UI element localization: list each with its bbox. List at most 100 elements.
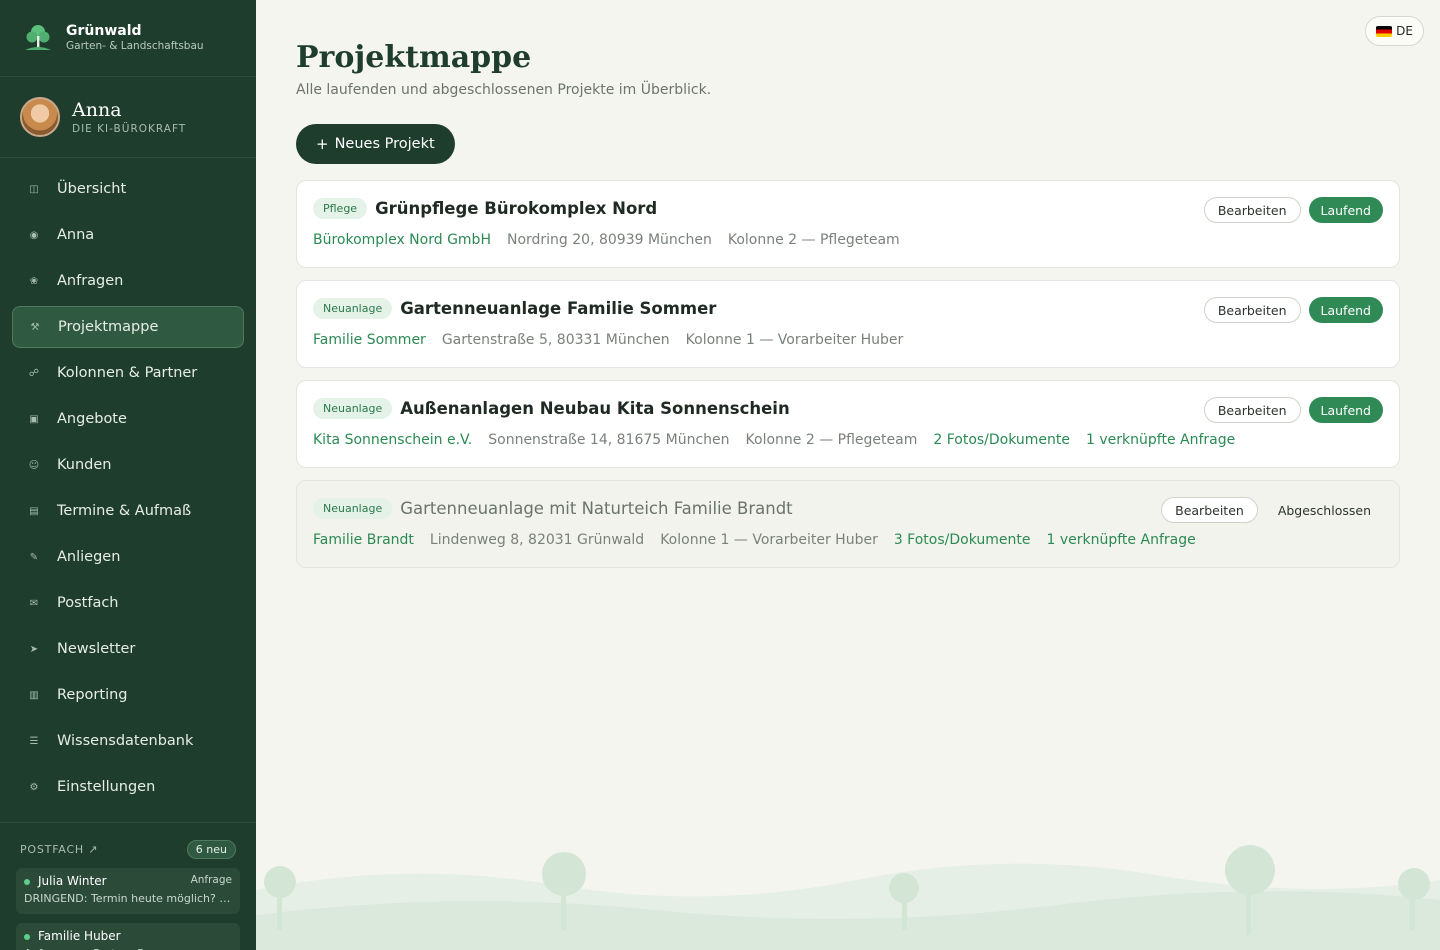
- page-title: Projektmappe: [296, 40, 532, 75]
- project-title: Außenanlagen Neubau Kita Sonnenschein: [400, 399, 790, 418]
- german-flag-icon: [1376, 25, 1393, 37]
- project-team: Kolonne 2 — Pflegeteam: [745, 432, 918, 448]
- sidebar-item-label: Kunden: [57, 457, 112, 473]
- project-status-badge: Laufend: [1308, 197, 1383, 223]
- sidebar-item-projektmappe[interactable]: ⚒ Projektmappe: [12, 306, 244, 348]
- profile[interactable]: Anna DIE KI-BÜROKRAFT: [0, 77, 256, 158]
- project-address: Gartenstraße 5, 80331 München: [441, 332, 670, 348]
- unread-dot-icon: [24, 878, 30, 885]
- sidebar-item-übersicht[interactable]: ◫ Übersicht: [12, 168, 244, 210]
- gear-icon: ⚙: [29, 781, 39, 793]
- project-client[interactable]: Familie Sommer: [313, 332, 426, 348]
- project-category-tag: Neuanlage: [313, 498, 393, 519]
- inbox-new-badge: 6 neu: [186, 840, 236, 859]
- project-address: Sonnenstraße 14, 81675 München: [488, 432, 730, 448]
- sidebar-item-label: Anliegen: [57, 549, 121, 565]
- new-project-button[interactable]: + Neues Projekt: [296, 124, 455, 164]
- project-title: Gartenneuanlage mit Naturteich Familie B…: [400, 499, 793, 518]
- sidebar-item-postfach[interactable]: ✉ Postfach: [12, 582, 244, 624]
- tree-logo-icon: [22, 22, 54, 54]
- project-client[interactable]: Bürokomplex Nord GmbH: [313, 232, 491, 248]
- sidebar-item-anna[interactable]: ◉ Anna: [12, 214, 244, 256]
- brand-subtitle: Garten- & Landschaftsbau: [66, 40, 204, 52]
- sidebar-item-anliegen[interactable]: ✎ Anliegen: [12, 536, 244, 578]
- mail-icon: ✉: [29, 597, 39, 609]
- sidebar-item-newsletter[interactable]: ➤ Newsletter: [12, 628, 244, 670]
- sidebar-item-label: Wissensdatenbank: [57, 733, 194, 749]
- plus-icon: +: [316, 135, 329, 153]
- sidebar-item-label: Einstellungen: [57, 779, 156, 795]
- project-linked-request-link[interactable]: 1 verknüpfte Anfrage: [1047, 532, 1196, 548]
- project-card[interactable]: Neuanlage Gartenneuanlage Familie Sommer F…: [296, 280, 1400, 368]
- inbox-sender: Julia Winter: [38, 874, 107, 888]
- avatar: [20, 97, 60, 137]
- profile-name: Anna: [72, 99, 122, 121]
- project-category-tag: Neuanlage: [313, 298, 393, 319]
- sidebar-item-label: Reporting: [57, 687, 128, 703]
- send-icon: ➤: [29, 643, 39, 655]
- project-category-tag: Neuanlage: [313, 398, 393, 419]
- project-team: Kolonne 1 — Vorarbeiter Huber: [685, 332, 904, 348]
- edit-project-button[interactable]: Bearbeiten: [1203, 197, 1301, 223]
- sidebar-item-label: Übersicht: [57, 181, 127, 197]
- project-category-tag: Pflege: [313, 198, 368, 219]
- project-title: Gartenneuanlage Familie Sommer: [400, 299, 717, 318]
- project-documents-link[interactable]: 2 Fotos/Dokumente: [933, 432, 1070, 448]
- sidebar-nav: ◫ Übersicht ◉ Anna ❀ Anfragen ⚒ Projektmappe ☍ Ko…: [0, 158, 256, 808]
- project-card[interactable]: Pflege Grünpflege Bürokomplex Nord Bürokom…: [296, 180, 1400, 268]
- sidebar-item-einstellungen[interactable]: ⚙ Einstellungen: [12, 766, 244, 808]
- project-documents-link[interactable]: 3 Fotos/Dokumente: [894, 532, 1031, 548]
- sidebar-item-label: Postfach: [57, 595, 119, 611]
- project-client[interactable]: Familie Brandt: [313, 532, 414, 548]
- project-card[interactable]: Neuanlage Gartenneuanlage mit Naturteich …: [296, 480, 1400, 568]
- flower-icon: ❀: [29, 275, 39, 287]
- calendar-icon: ▤: [29, 505, 39, 517]
- project-linked-request-link[interactable]: 1 verknüpfte Anfrage: [1086, 432, 1235, 448]
- project-team: Kolonne 1 — Vorarbeiter Huber: [660, 532, 878, 548]
- sidebar-item-label: Termine & Aufmaß: [57, 503, 192, 519]
- list-icon: ☰: [29, 735, 39, 747]
- chart-icon: ▥: [29, 689, 39, 701]
- project-card[interactable]: Neuanlage Außenanlagen Neubau Kita Sonnen…: [296, 380, 1400, 468]
- new-project-label: Neues Projekt: [334, 136, 435, 152]
- language-switcher[interactable]: DE: [1365, 16, 1424, 46]
- circle-icon: ◉: [29, 229, 39, 241]
- tools-icon: ⚒: [30, 321, 40, 333]
- project-address: Lindenweg 8, 82031 Grünwald: [429, 532, 645, 548]
- project-client[interactable]: Kita Sonnenschein e.V.: [313, 432, 472, 448]
- brand[interactable]: Grünwald Garten- & Landschaftsbau: [0, 0, 256, 77]
- square-icon: ▣: [29, 413, 39, 425]
- sidebar-item-kunden[interactable]: ☺ Kunden: [12, 444, 244, 486]
- sidebar-item-label: Newsletter: [57, 641, 136, 657]
- grid-icon: ◫: [29, 183, 39, 195]
- edit-project-button[interactable]: Bearbeiten: [1203, 397, 1301, 423]
- people-icon: ☍: [28, 367, 40, 379]
- main-content: DE Projektmappe Alle laufenden und abges…: [256, 0, 1440, 950]
- sidebar-item-angebote[interactable]: ▣ Angebote: [12, 398, 244, 440]
- sidebar-item-anfragen[interactable]: ❀ Anfragen: [12, 260, 244, 302]
- sidebar-item-kolonnen-partner[interactable]: ☍ Kolonnen & Partner: [12, 352, 244, 394]
- sidebar-item-label: Anfragen: [57, 273, 124, 289]
- edit-project-button[interactable]: Bearbeiten: [1203, 297, 1301, 323]
- sidebar-item-label: Angebote: [57, 411, 127, 427]
- language-label: DE: [1396, 24, 1413, 38]
- inbox-message: DRINGEND: Termin heute möglich? Wasserro…: [24, 892, 232, 905]
- project-team: Kolonne 2 — Pflegeteam: [727, 232, 900, 248]
- edit-project-button[interactable]: Bearbeiten: [1161, 497, 1258, 523]
- sidebar-item-termine-aufmaß[interactable]: ▤ Termine & Aufmaß: [12, 490, 244, 532]
- inbox-item[interactable]: Familie HuberAnfrage zur Gartenpflege: [16, 923, 240, 950]
- inbox-item[interactable]: Julia Winter Anfrage DRINGEND: Termin heut…: [16, 868, 240, 914]
- inbox-tag: Anfrage: [190, 874, 232, 886]
- project-title: Grünpflege Bürokomplex Nord: [375, 199, 658, 218]
- pen-icon: ✎: [29, 551, 39, 563]
- project-address: Nordring 20, 80939 München: [506, 232, 712, 248]
- sidebar: Grünwald Garten- & Landschaftsbau Anna D…: [0, 0, 256, 950]
- sidebar-item-reporting[interactable]: ▥ Reporting: [12, 674, 244, 716]
- page-subtitle: Alle laufenden und abgeschlossenen Proje…: [296, 82, 712, 98]
- sidebar-item-label: Projektmappe: [58, 319, 159, 335]
- sidebar-item-wissensdatenbank[interactable]: ☰ Wissensdatenbank: [12, 720, 244, 762]
- inbox-title-link[interactable]: POSTFACH ↗: [20, 843, 98, 856]
- smile-icon: ☺: [28, 459, 40, 471]
- unread-dot-icon: [24, 933, 30, 940]
- sidebar-item-label: Kolonnen & Partner: [57, 365, 198, 381]
